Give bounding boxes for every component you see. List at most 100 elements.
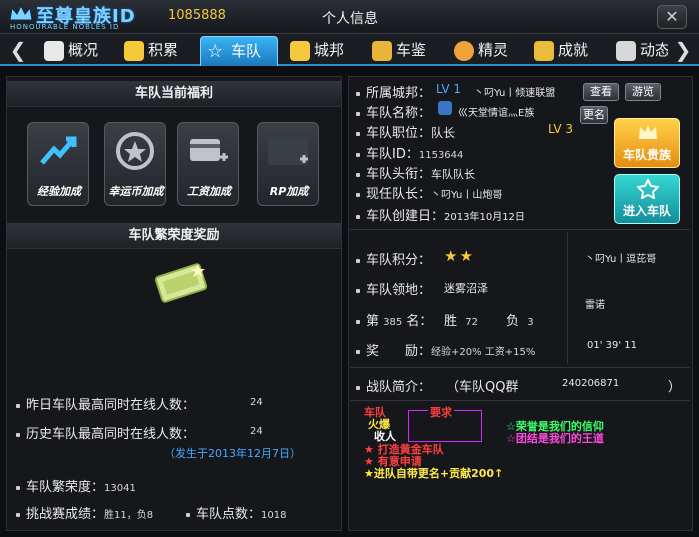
captain-label: 现任队长：丶叼Yu丨山炮哥 [356, 183, 502, 202]
yesterday-online-label: 昨日车队最高同时在线人数： [16, 394, 195, 413]
team-name-label: 车队名称： [356, 102, 431, 121]
history-online-date: （发生于2013年12月7日） [164, 447, 301, 460]
news-icon [616, 41, 636, 61]
stack-icon [290, 41, 310, 61]
rank-row: 第 385 名： [356, 310, 432, 329]
user-id: 1085888 [168, 8, 226, 23]
territory-label: 车队领地： [356, 279, 431, 298]
team-title-value: 车队队长 [431, 168, 476, 181]
prosperity-reward-ticket-icon [154, 263, 208, 303]
created-value: 2013年10月12日 [444, 212, 525, 223]
win-value: 72 [465, 317, 479, 328]
territory-value: 迷雾沼泽 [444, 282, 488, 295]
visit-city-button[interactable]: 游览 [625, 83, 661, 101]
enter-team-button[interactable]: 进入车队 [614, 174, 680, 224]
exp-boost-label: 经验加成 [37, 185, 81, 198]
view-city-button[interactable]: 查看 [583, 83, 619, 101]
tab-city[interactable]: 城邦 [284, 36, 360, 66]
profile-card-icon [44, 41, 64, 61]
team-emblem-icon [438, 101, 452, 115]
book-icon [372, 41, 392, 61]
lose-row: 负 3 [506, 314, 534, 329]
prosperity-title: 车队繁荣度奖励 [7, 223, 341, 249]
sprite-icon [454, 41, 474, 61]
benefits-title: 车队当前福利 [7, 81, 341, 107]
lucky-coin-label: 幸运币加成 [108, 185, 164, 198]
position-level: LV 3 [548, 122, 574, 136]
position-label: 车队职位：队长 [356, 122, 455, 141]
salary-card-icon [190, 139, 228, 161]
motto-slogan-2: ☆团结是我们的王道 [506, 432, 604, 445]
challenge-label: 挑战赛成绩：胜11，负8 [16, 503, 153, 522]
enter-team-label: 进入车队 [622, 204, 671, 218]
team-score-label: 车队积分： [356, 249, 431, 268]
rp-boost-label: RP加成 [269, 185, 309, 198]
team-noble-label: 车队贵族 [622, 148, 671, 162]
intro-qq: （车队QQ群 [446, 380, 519, 395]
created-label: 车队创建日：2013年10月12日 [356, 205, 525, 224]
city-level: LV 1 [436, 82, 462, 96]
close-button[interactable]: ✕ [657, 5, 687, 29]
window-title: 个人信息 [322, 11, 378, 27]
best-time: 01' 39' 11 [587, 340, 638, 351]
history-online-value: 24 [250, 426, 263, 437]
team-name: 巛天堂情谊灬E族 [458, 108, 535, 119]
lose-value: 3 [527, 317, 534, 328]
team-score-stars-icon: ★★ [444, 247, 475, 265]
rp-boost-button[interactable]: RP加成 [257, 122, 319, 206]
tab-team[interactable]: ☆ 车队 [200, 36, 278, 66]
intro-close-paren: ） [668, 380, 682, 395]
position-value: 队长 [431, 126, 456, 140]
crown-badge-icon [639, 125, 657, 139]
tab-overview[interactable]: 概况 [38, 36, 110, 66]
stack-icon [124, 41, 144, 61]
exp-boost-button[interactable]: 经验加成 [27, 122, 89, 206]
prosperity-value: 13041 [104, 483, 136, 494]
team-points-label: 车队点数：1018 [186, 503, 286, 522]
member-name-1: 丶叼Yu丨逗芘哥 [585, 254, 657, 265]
prosperity-label: 车队繁荣度：13041 [16, 476, 136, 495]
tab-news[interactable]: 动态 [610, 36, 668, 66]
tab-scroll-left-icon[interactable]: ❮ [6, 38, 30, 62]
lucky-coin-icon [116, 132, 154, 170]
team-noble-button[interactable]: 车队贵族 [614, 118, 680, 168]
noble-id-logo: 至尊皇族ID HONOURABLE NOBLES ID [6, 2, 156, 32]
tab-scroll-right-icon[interactable]: ❯ [671, 38, 695, 62]
team-points-value: 1018 [261, 510, 287, 521]
tab-bar: ❮ 概况 积累 ☆ 车队 城邦 车鉴 精灵 成就 动态 ❯ [0, 34, 699, 66]
yesterday-online-value: 24 [250, 397, 263, 408]
logo-subtitle: HONOURABLE NOBLES ID [10, 23, 120, 31]
reward-row: 奖 励：经验+20% 工资+15% [356, 340, 535, 359]
member-name-2: 雷诺 [585, 300, 605, 311]
team-title-label: 车队头衔：车队队长 [356, 163, 475, 182]
win-row: 胜 72 [444, 314, 479, 329]
star-icon: ☆ [207, 41, 224, 62]
team-id-label: 车队ID：1153644 [356, 143, 463, 162]
tab-car-guide[interactable]: 车鉴 [366, 36, 442, 66]
star-badge-icon [637, 179, 659, 199]
tab-achievement[interactable]: 成就 [528, 36, 604, 66]
title-bar: 至尊皇族ID HONOURABLE NOBLES ID 1085888 个人信息… [0, 0, 699, 34]
rename-button[interactable]: 更名 [580, 106, 608, 124]
rank-value: 385 [383, 317, 403, 328]
lucky-coin-button[interactable]: 幸运币加成 [104, 122, 166, 206]
rp-boost-icon [268, 137, 308, 165]
history-online-label: 历史车队最高同时在线人数： [16, 423, 195, 442]
city-label: 所属城邦： [356, 82, 431, 101]
motto-requirement: 要求 [428, 404, 454, 420]
tab-accumulate[interactable]: 积累 [118, 36, 194, 66]
salary-boost-button[interactable]: 工资加成 [177, 122, 239, 206]
captain-value: 丶叼Yu丨山炮哥 [431, 190, 503, 201]
team-id-value: 1153644 [418, 150, 464, 161]
medal-icon [534, 41, 554, 61]
intro-label: 战队简介： [356, 376, 431, 395]
reward-value: 经验+20% 工资+15% [431, 347, 536, 358]
exp-boost-icon [40, 136, 77, 165]
crown-icon [9, 4, 33, 21]
motto-line-3: ★进队自带更名+贡献200↑ [364, 467, 504, 480]
tab-sprite[interactable]: 精灵 [448, 36, 524, 66]
challenge-value: 胜11，负8 [104, 510, 154, 521]
intro-qq-number: 240206871 [562, 378, 620, 389]
salary-boost-label: 工资加成 [187, 185, 231, 198]
city-name: 丶叼Yu丨倾速联盟 [474, 88, 556, 99]
